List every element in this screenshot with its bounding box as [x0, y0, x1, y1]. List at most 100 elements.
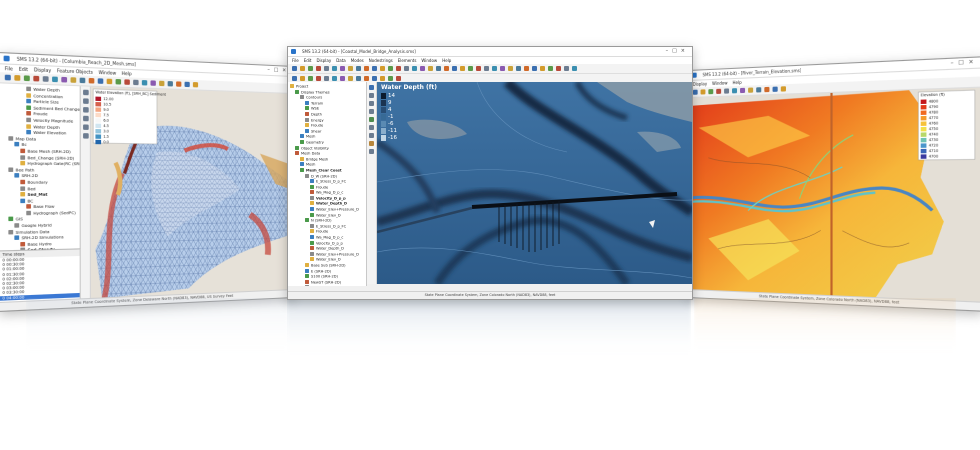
toolbar-button-icon[interactable]: [564, 66, 569, 71]
menu-data[interactable]: Data: [336, 58, 346, 63]
pan-tool-icon[interactable]: [82, 98, 89, 104]
menu-elements[interactable]: Elements: [398, 58, 417, 63]
toolbar-button-icon[interactable]: [324, 66, 329, 71]
toolbar-button-icon[interactable]: [316, 66, 321, 71]
menu-file[interactable]: File: [292, 58, 299, 63]
toolbar-button-icon[interactable]: [516, 66, 521, 71]
menu-help[interactable]: Help: [122, 71, 132, 77]
toolbar-button-icon[interactable]: [356, 66, 361, 71]
element-tool-icon[interactable]: [82, 133, 89, 139]
toolbar-button-icon[interactable]: [141, 80, 148, 86]
toolbar-button-icon[interactable]: [372, 76, 377, 81]
toolbar-button-icon[interactable]: [740, 87, 746, 94]
center-project-explorer[interactable]: Project Display Themes Contours Terrain WSE D…: [288, 82, 367, 286]
menu-window[interactable]: Window: [99, 70, 117, 76]
zoom-tool-icon[interactable]: [369, 101, 374, 106]
toolbar-button-icon[interactable]: [106, 78, 113, 85]
toolbar-button-icon[interactable]: [150, 80, 156, 86]
node-tool-icon[interactable]: [82, 124, 89, 130]
toolbar-button-icon[interactable]: [436, 66, 441, 71]
toolbar-button-icon[interactable]: [380, 76, 385, 81]
toolbar-button-icon[interactable]: [176, 81, 182, 87]
toolbar-button-icon[interactable]: [184, 81, 190, 88]
menu-display[interactable]: Display: [693, 81, 707, 87]
toolbar-button-icon[interactable]: [364, 76, 369, 81]
toolbar-button-icon[interactable]: [692, 89, 698, 95]
toolbar-button-icon[interactable]: [772, 86, 778, 92]
toolbar-button-icon[interactable]: [748, 87, 754, 93]
toolbar-button-icon[interactable]: [340, 76, 345, 81]
toolbar-button-icon[interactable]: [292, 76, 297, 81]
toolbar-button-icon[interactable]: [716, 88, 722, 94]
toolbar-button-icon[interactable]: [192, 82, 199, 88]
tree-item[interactable]: S50 (SRH-2D): [288, 285, 366, 286]
toolbar-button-icon[interactable]: [756, 87, 762, 93]
time-steps-list[interactable]: 0 00:00:00 0 00:30:00 0 01:00:00 0 01:30:00…: [0, 256, 80, 301]
rotate-tool-icon[interactable]: [82, 115, 89, 122]
menu-file[interactable]: File: [5, 66, 13, 72]
toolbar-button-icon[interactable]: [61, 76, 68, 83]
menu-modes[interactable]: Modes: [351, 58, 364, 63]
pan-tool-icon[interactable]: [369, 93, 374, 98]
toolbar-button-icon[interactable]: [97, 78, 104, 84]
toolbar-button-icon[interactable]: [79, 77, 86, 84]
toolbar-button-icon[interactable]: [332, 76, 337, 81]
toolbar-button-icon[interactable]: [356, 76, 361, 81]
annotation-tool-icon[interactable]: [369, 149, 374, 154]
toolbar-button-icon[interactable]: [42, 76, 49, 82]
toolbar-button-icon[interactable]: [500, 66, 505, 71]
toolbar-button-icon[interactable]: [572, 66, 577, 71]
menu-display[interactable]: Display: [34, 67, 51, 73]
toolbar-button-icon[interactable]: [348, 76, 353, 81]
toolbar-button-icon[interactable]: [724, 88, 730, 94]
toolbar-button-icon[interactable]: [764, 86, 770, 93]
toolbar-button-icon[interactable]: [732, 88, 738, 94]
menu-edit[interactable]: Edit: [19, 66, 28, 72]
toolbar-button-icon[interactable]: [780, 86, 786, 92]
toolbar-button-icon[interactable]: [492, 66, 497, 71]
toolbar-button-icon[interactable]: [484, 66, 489, 71]
toolbar-button-icon[interactable]: [388, 76, 393, 81]
toolbar-button-icon[interactable]: [396, 76, 401, 81]
toolbar-button-icon[interactable]: [476, 66, 481, 71]
toolbar-button-icon[interactable]: [340, 66, 345, 71]
toolbar-button-icon[interactable]: [556, 66, 561, 71]
toolbar-button-icon[interactable]: [316, 76, 321, 81]
toolbar-button-icon[interactable]: [308, 66, 313, 71]
toolbar-button-icon[interactable]: [708, 89, 714, 95]
toolbar-button-icon[interactable]: [412, 66, 417, 71]
toolbar-button-icon[interactable]: [348, 66, 353, 71]
toolbar-button-icon[interactable]: [396, 66, 401, 71]
toolbar-button-icon[interactable]: [540, 66, 545, 71]
toolbar-button-icon[interactable]: [23, 75, 30, 82]
menu-window[interactable]: Window: [712, 80, 728, 86]
toolbar-button-icon[interactable]: [300, 76, 305, 81]
toolbar-button-icon[interactable]: [300, 66, 305, 71]
menu-window[interactable]: Window: [421, 58, 437, 63]
toolbar-button-icon[interactable]: [33, 75, 40, 82]
toolbar-button-icon[interactable]: [292, 66, 297, 71]
toolbar-button-icon[interactable]: [14, 75, 21, 81]
menu-display[interactable]: Display: [316, 58, 331, 63]
toolbar-button-icon[interactable]: [124, 79, 130, 85]
toolbar-button-icon[interactable]: [508, 66, 513, 71]
toolbar-button-icon[interactable]: [88, 77, 95, 84]
element-tool-icon[interactable]: [369, 125, 374, 130]
toolbar-button-icon[interactable]: [420, 66, 425, 71]
select-tool-icon[interactable]: [369, 85, 374, 90]
toolbar-button-icon[interactable]: [159, 80, 165, 87]
toolbar-button-icon[interactable]: [4, 74, 11, 81]
left-project-explorer[interactable]: Water Depth Concentration Particle Size Sed…: [0, 83, 81, 252]
center-depth-viewport[interactable]: Water Depth (ft) 14 9 4 -1 -6 -11 -16: [377, 82, 692, 284]
toolbar-button-icon[interactable]: [388, 66, 393, 71]
toolbar-button-icon[interactable]: [548, 66, 553, 71]
select-tool-icon[interactable]: [82, 89, 89, 96]
menu-edit[interactable]: Edit: [304, 58, 312, 63]
toolbar-button-icon[interactable]: [428, 66, 433, 71]
menu-help[interactable]: Help: [733, 80, 742, 85]
toolbar-button-icon[interactable]: [404, 66, 409, 71]
toolbar-button-icon[interactable]: [332, 66, 337, 71]
toolbar-button-icon[interactable]: [444, 66, 449, 71]
menu-help[interactable]: Help: [442, 58, 451, 63]
toolbar-button-icon[interactable]: [532, 66, 537, 71]
